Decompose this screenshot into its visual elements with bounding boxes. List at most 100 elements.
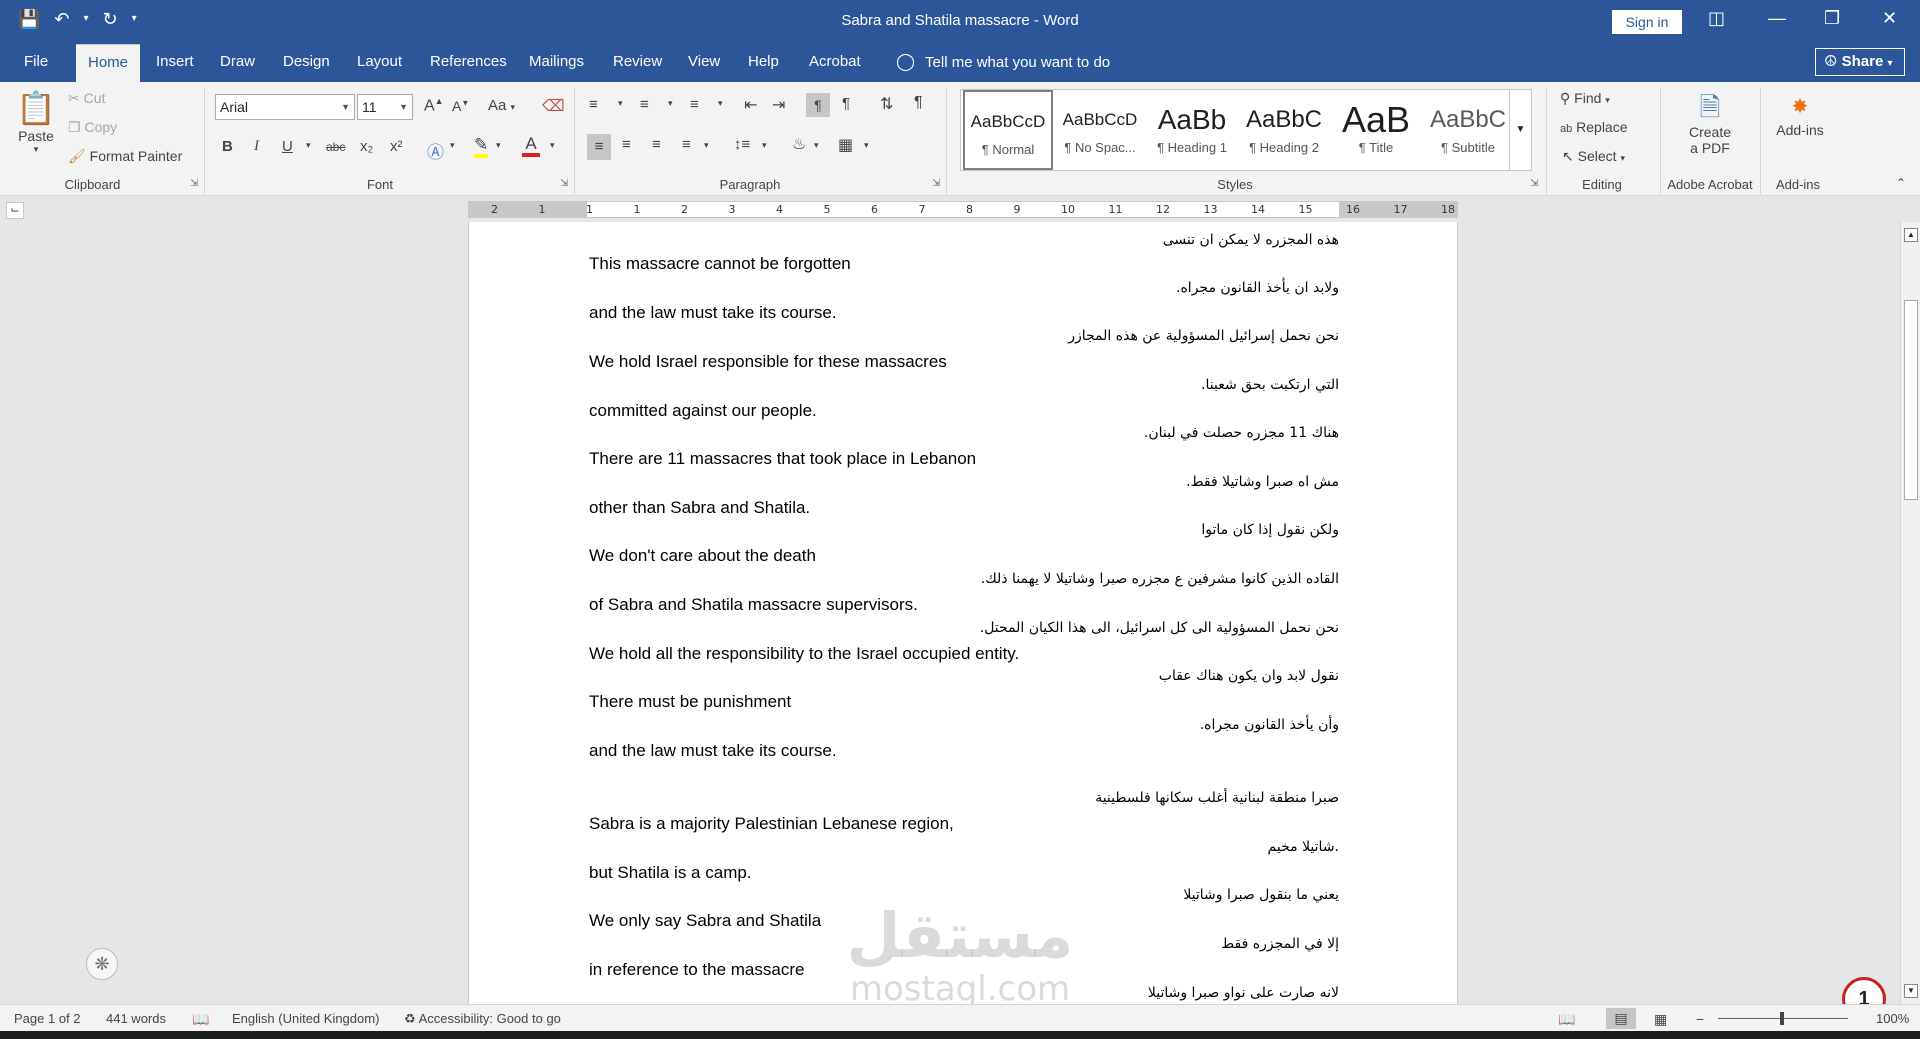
arabic-text-line[interactable]: يعني ما بنقول صبرا وشاتيلا: [1183, 887, 1339, 903]
english-text-line[interactable]: There are 11 massacres that took place i…: [589, 449, 976, 469]
arabic-text-line[interactable]: نحن نحمل المسؤولية الى كل اسرائيل، الى ه…: [980, 620, 1339, 636]
english-text-line[interactable]: Sabra is a majority Palestinian Lebanese…: [589, 814, 954, 834]
tab-acrobat[interactable]: Acrobat: [797, 44, 873, 82]
replace-button[interactable]: ab Replace: [1560, 119, 1628, 135]
paste-button[interactable]: 📋 Paste ▾: [14, 88, 58, 155]
english-text-line[interactable]: There must be punishment: [589, 692, 791, 712]
rtl-direction-icon[interactable]: ¶: [806, 93, 830, 117]
vertical-scrollbar[interactable]: ▲ ▼: [1900, 222, 1920, 1004]
style-no-spacing[interactable]: AaBbCcD ¶ No Spac...: [1055, 90, 1145, 170]
english-text-line[interactable]: of Sabra and Shatila massacre supervisor…: [589, 595, 918, 615]
align-left-icon[interactable]: ≡: [587, 134, 611, 160]
underline-button[interactable]: U: [282, 138, 293, 155]
scroll-down-icon[interactable]: ▼: [1904, 984, 1918, 998]
english-text-line[interactable]: other than Sabra and Shatila.: [589, 498, 810, 518]
english-text-line[interactable]: We hold all the responsibility to the Is…: [589, 644, 1019, 664]
restore-icon[interactable]: ❐: [1824, 8, 1840, 29]
italic-button[interactable]: I: [254, 138, 259, 155]
arabic-text-line[interactable]: ولابد ان يأخذ القانون مجراه.: [1176, 280, 1339, 296]
web-layout-icon[interactable]: ▦: [1654, 1011, 1667, 1028]
clear-formatting-icon[interactable]: ⌫: [542, 96, 565, 116]
strikethrough-button[interactable]: abc: [326, 140, 345, 154]
shading-icon[interactable]: ♨: [792, 134, 806, 154]
text-effects-dropdown-icon[interactable]: ▾: [450, 140, 455, 151]
change-case-button[interactable]: Aa ▾: [488, 97, 515, 114]
bullets-dropdown-icon[interactable]: ▾: [618, 98, 623, 109]
format-painter-button[interactable]: 🖌 Format Painter: [68, 148, 182, 165]
horizontal-ruler[interactable]: 2 1 1 1 2 3 4 5 6 7 8 9 10 11 12 13 14 15 16 17 18: [468, 201, 1458, 218]
copy-button[interactable]: ❐ Copy: [68, 119, 117, 136]
style-title[interactable]: AaB ¶ Title: [1331, 90, 1421, 170]
tab-file[interactable]: File: [12, 44, 60, 82]
english-text-line[interactable]: and the law must take its course.: [589, 741, 837, 761]
superscript-button[interactable]: x²: [390, 138, 403, 155]
sign-in-button[interactable]: Sign in: [1612, 10, 1682, 34]
arabic-text-line[interactable]: هذه المجزره لا يمكن ان تنسى: [1163, 232, 1339, 248]
arabic-text-line[interactable]: وأن يأخذ القانون مجراه.: [1200, 717, 1339, 733]
document-page[interactable]: هذه المجزره لا يمكن ان تنسى This massacre…: [468, 222, 1458, 1004]
grow-font-button[interactable]: A▲: [424, 96, 444, 115]
style-heading-2[interactable]: AaBbC ¶ Heading 2: [1239, 90, 1329, 170]
arabic-text-line[interactable]: إلا في المجزره فقط: [1221, 936, 1339, 952]
english-text-line[interactable]: but Shatila is a camp.: [589, 863, 752, 883]
accessibility-status[interactable]: ♻ Accessibility: Good to go: [404, 1011, 561, 1027]
share-button[interactable]: ☮ Share ▾: [1815, 48, 1905, 76]
english-text-line[interactable]: and the law must take its course.: [589, 303, 837, 323]
english-text-line[interactable]: We don't care about the death: [589, 546, 816, 566]
tab-references[interactable]: References: [418, 44, 519, 82]
zoom-out-icon[interactable]: −: [1696, 1011, 1704, 1027]
english-text-line[interactable]: in reference to the massacre: [589, 960, 804, 980]
align-center-icon[interactable]: ≡: [622, 136, 631, 153]
align-right-icon[interactable]: ≡: [652, 136, 661, 153]
clipboard-launcher-icon[interactable]: ⇲: [190, 178, 198, 189]
arabic-text-line[interactable]: ولكن نقول إذا كان ماتوا: [1201, 522, 1339, 538]
styles-launcher-icon[interactable]: ⇲: [1530, 178, 1538, 189]
line-spacing-dropdown-icon[interactable]: ▾: [762, 140, 767, 151]
zoom-level[interactable]: 100%: [1876, 1011, 1909, 1026]
sort-icon[interactable]: ⇅: [880, 94, 893, 114]
tell-me-search[interactable]: ◯ Tell me what you want to do: [896, 44, 1110, 82]
font-color-dropdown-icon[interactable]: ▾: [550, 140, 555, 151]
ribbon-display-icon[interactable]: ◫: [1708, 8, 1725, 29]
styles-more-icon[interactable]: ▼: [1509, 90, 1531, 170]
word-count[interactable]: 441 words: [106, 1011, 166, 1026]
arabic-text-line[interactable]: نحن نحمل إسرائيل المسؤولية عن هذه المجاز…: [1068, 328, 1339, 344]
tab-draw[interactable]: Draw: [208, 44, 267, 82]
arabic-text-line[interactable]: لانه صارت على نواو صبرا وشاتيلا: [1148, 985, 1339, 1001]
line-spacing-icon[interactable]: ↕≡: [734, 136, 750, 153]
font-family-combo[interactable]: Arial ▼: [215, 94, 355, 120]
close-icon[interactable]: ✕: [1882, 8, 1897, 29]
bullets-icon[interactable]: ≡: [589, 96, 598, 113]
select-button[interactable]: ↖ Select ▾: [1562, 148, 1625, 165]
english-text-line[interactable]: This massacre cannot be forgotten: [589, 254, 851, 274]
english-text-line[interactable]: We only say Sabra and Shatila: [589, 911, 821, 931]
language-indicator[interactable]: English (United Kingdom): [232, 1011, 379, 1026]
style-normal[interactable]: AaBbCcD ¶ Normal: [963, 90, 1053, 170]
highlight-dropdown-icon[interactable]: ▾: [496, 140, 501, 151]
tab-home[interactable]: Home: [76, 44, 141, 82]
tab-insert[interactable]: Insert: [144, 44, 206, 82]
style-heading-1[interactable]: AaBb ¶ Heading 1: [1147, 90, 1237, 170]
justify-dropdown-icon[interactable]: ▾: [704, 140, 709, 151]
arabic-text-line[interactable]: القاده الذين كانوا مشرفين ع مجزره صبرا و…: [981, 571, 1339, 587]
add-ins-button[interactable]: ✸ Add-ins: [1768, 92, 1832, 138]
show-formatting-icon[interactable]: ¶: [914, 94, 923, 112]
zoom-slider-thumb[interactable]: [1780, 1012, 1784, 1025]
tab-mailings[interactable]: Mailings: [517, 44, 596, 82]
tab-design[interactable]: Design: [271, 44, 342, 82]
tab-layout[interactable]: Layout: [345, 44, 414, 82]
collapse-ribbon-icon[interactable]: ⌃: [1896, 176, 1906, 190]
cut-button[interactable]: ✂ Cut: [68, 90, 105, 107]
create-pdf-button[interactable]: 🗎 Create a PDF: [1672, 90, 1748, 156]
highlight-icon[interactable]: ✎: [474, 136, 489, 158]
arabic-text-line[interactable]: مش اه صبرا وشاتيلا فقط.: [1186, 474, 1339, 490]
english-text-line[interactable]: committed against our people.: [589, 401, 817, 421]
decrease-indent-icon[interactable]: ⇤: [744, 95, 757, 115]
bold-button[interactable]: B: [222, 138, 233, 155]
tab-selector-icon[interactable]: ⌙: [6, 202, 24, 219]
multilevel-dropdown-icon[interactable]: ▾: [718, 98, 723, 109]
borders-dropdown-icon[interactable]: ▾: [864, 140, 869, 151]
tab-view[interactable]: View: [676, 44, 732, 82]
arabic-text-line[interactable]: .شاتيلا مخيم: [1268, 839, 1339, 855]
find-button[interactable]: ⚲ Find ▾: [1560, 90, 1610, 107]
